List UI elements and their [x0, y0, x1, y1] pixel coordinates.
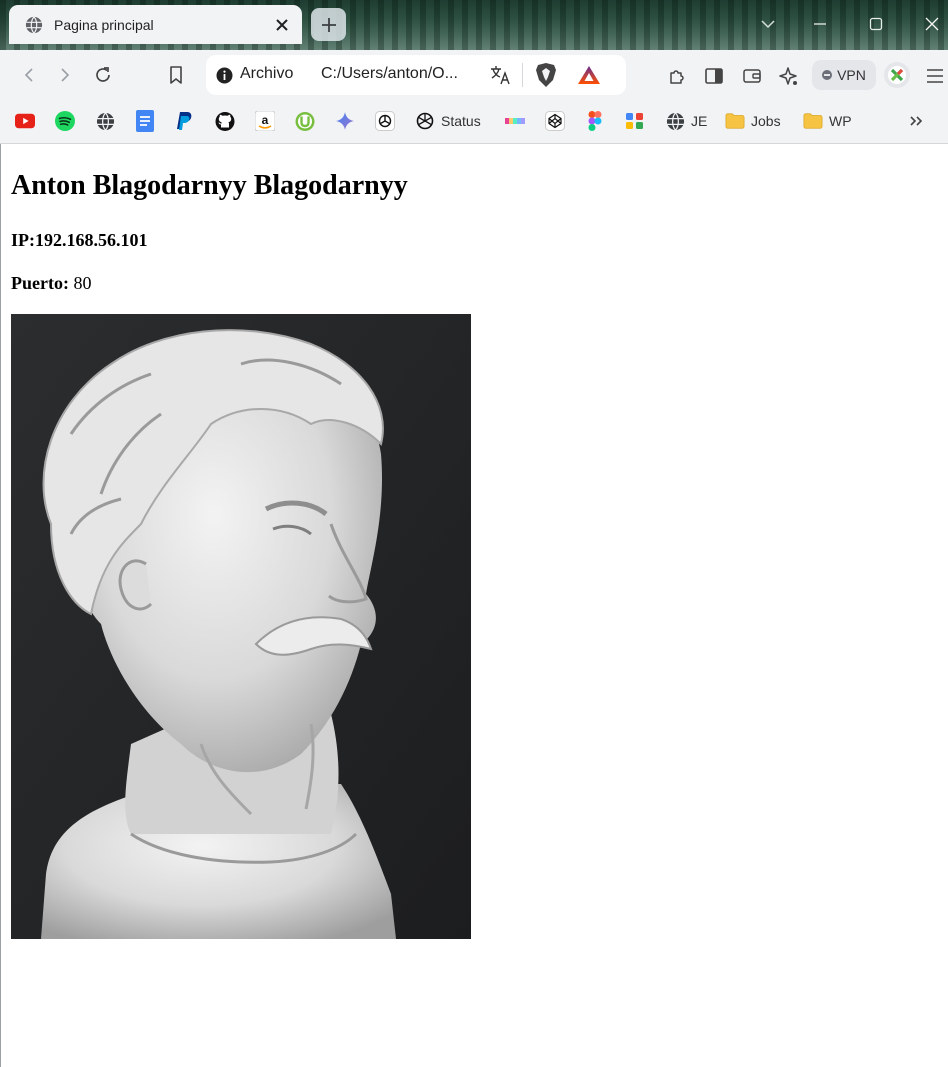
svg-text:a: a [262, 113, 269, 127]
close-window-icon[interactable] [922, 14, 942, 34]
github-bookmark[interactable] [215, 110, 235, 132]
brave-rewards-icon[interactable] [577, 64, 601, 91]
browser-toolbar: Archivo C:/Users/anton/O... VPN [0, 50, 948, 102]
extensions-icon[interactable] [664, 63, 690, 89]
leo-ai-icon[interactable] [776, 63, 802, 89]
sparkle-icon [335, 111, 355, 131]
jobs-folder[interactable]: Jobs [725, 110, 781, 132]
maximize-icon[interactable] [866, 14, 886, 34]
wallet-icon[interactable] [739, 63, 765, 89]
globe-icon [25, 15, 43, 34]
status-bookmark[interactable]: Status [415, 110, 481, 132]
youtube-bookmark[interactable] [15, 110, 35, 132]
utorrent-icon [295, 111, 315, 131]
blocks-icon [625, 111, 645, 131]
vpn-status-icon [822, 70, 833, 80]
bookmark-page-icon[interactable] [163, 62, 189, 88]
bookmark-label: JE [691, 113, 708, 129]
tab-pagina-principal[interactable]: Pagina principal [9, 5, 302, 44]
figma-bookmark[interactable] [585, 110, 605, 132]
menu-icon[interactable] [922, 63, 948, 89]
docs-bookmark[interactable] [135, 110, 155, 132]
globe-bookmark[interactable] [95, 110, 115, 132]
spotify-bookmark[interactable] [55, 110, 75, 132]
apps-bookmark[interactable] [625, 110, 645, 132]
brave-shields-icon[interactable] [535, 62, 557, 93]
paypal-bookmark[interactable] [175, 110, 195, 132]
globe-icon [95, 111, 115, 131]
double-chevron-right-icon [906, 111, 926, 131]
openai-icon [415, 111, 435, 131]
bust-sculpture-image [11, 314, 471, 939]
bookmark-label: Jobs [751, 113, 781, 129]
color-bookmark[interactable] [505, 110, 525, 132]
forward-icon[interactable] [52, 62, 78, 88]
folder-icon [803, 111, 823, 131]
tab-title: Pagina principal [54, 16, 154, 33]
paypal-icon [175, 111, 195, 131]
omnibox-divider [522, 63, 523, 87]
vpn-label: VPN [837, 67, 866, 83]
vpn-button[interactable]: VPN [812, 60, 876, 90]
amazon-bookmark[interactable]: a [255, 110, 275, 132]
spotify-icon [55, 111, 75, 131]
colorbar-icon [505, 111, 525, 131]
ip-address: IP:192.168.56.101 [11, 230, 148, 250]
bookmarks-bar: a Status JE Jobs WP [0, 102, 948, 144]
chatgpt-bookmark[interactable] [375, 110, 395, 132]
translate-icon[interactable] [490, 65, 512, 90]
port-value: 80 [73, 273, 92, 293]
title-bar: Pagina principal [0, 0, 948, 50]
address-scheme: Archivo [240, 65, 294, 82]
gemini-bookmark[interactable] [335, 110, 355, 132]
amazon-icon: a [255, 111, 275, 131]
codepen-bookmark[interactable] [545, 110, 565, 132]
profile-avatar[interactable] [884, 62, 910, 88]
bookmark-label: Status [441, 113, 481, 129]
plus-icon [321, 17, 336, 32]
profile-x-icon [888, 66, 906, 84]
info-icon[interactable] [216, 67, 233, 84]
youtube-icon [15, 111, 35, 131]
page-heading: Anton Blagodarnyy Blagodarnyy [11, 170, 408, 201]
globe-icon [665, 111, 685, 131]
codepen-icon [545, 111, 565, 131]
back-icon[interactable] [16, 62, 42, 88]
new-tab-button[interactable] [311, 8, 346, 41]
github-icon [215, 111, 235, 131]
utorrent-bookmark[interactable] [295, 110, 315, 132]
page-content: Anton Blagodarnyy Blagodarnyy IP:192.168… [0, 144, 948, 1067]
docs-icon [135, 110, 155, 132]
port-label: Puerto: [11, 273, 69, 293]
folder-icon [725, 111, 745, 131]
close-tab-icon[interactable] [274, 17, 290, 33]
openai-icon [375, 111, 395, 131]
bookmark-label: WP [829, 113, 852, 129]
sidebar-icon[interactable] [701, 63, 727, 89]
tab-search-icon[interactable] [758, 14, 778, 34]
bookmarks-overflow-button[interactable] [906, 110, 926, 132]
figma-icon [585, 111, 605, 131]
address-url[interactable]: C:/Users/anton/O... [321, 65, 458, 83]
port-line: Puerto: 80 [11, 273, 91, 294]
address-bar[interactable]: Archivo C:/Users/anton/O... [206, 55, 626, 95]
wp-folder[interactable]: WP [803, 110, 852, 132]
je-bookmark[interactable]: JE [665, 110, 707, 132]
reload-icon[interactable] [90, 62, 116, 88]
minimize-icon[interactable] [810, 14, 830, 34]
